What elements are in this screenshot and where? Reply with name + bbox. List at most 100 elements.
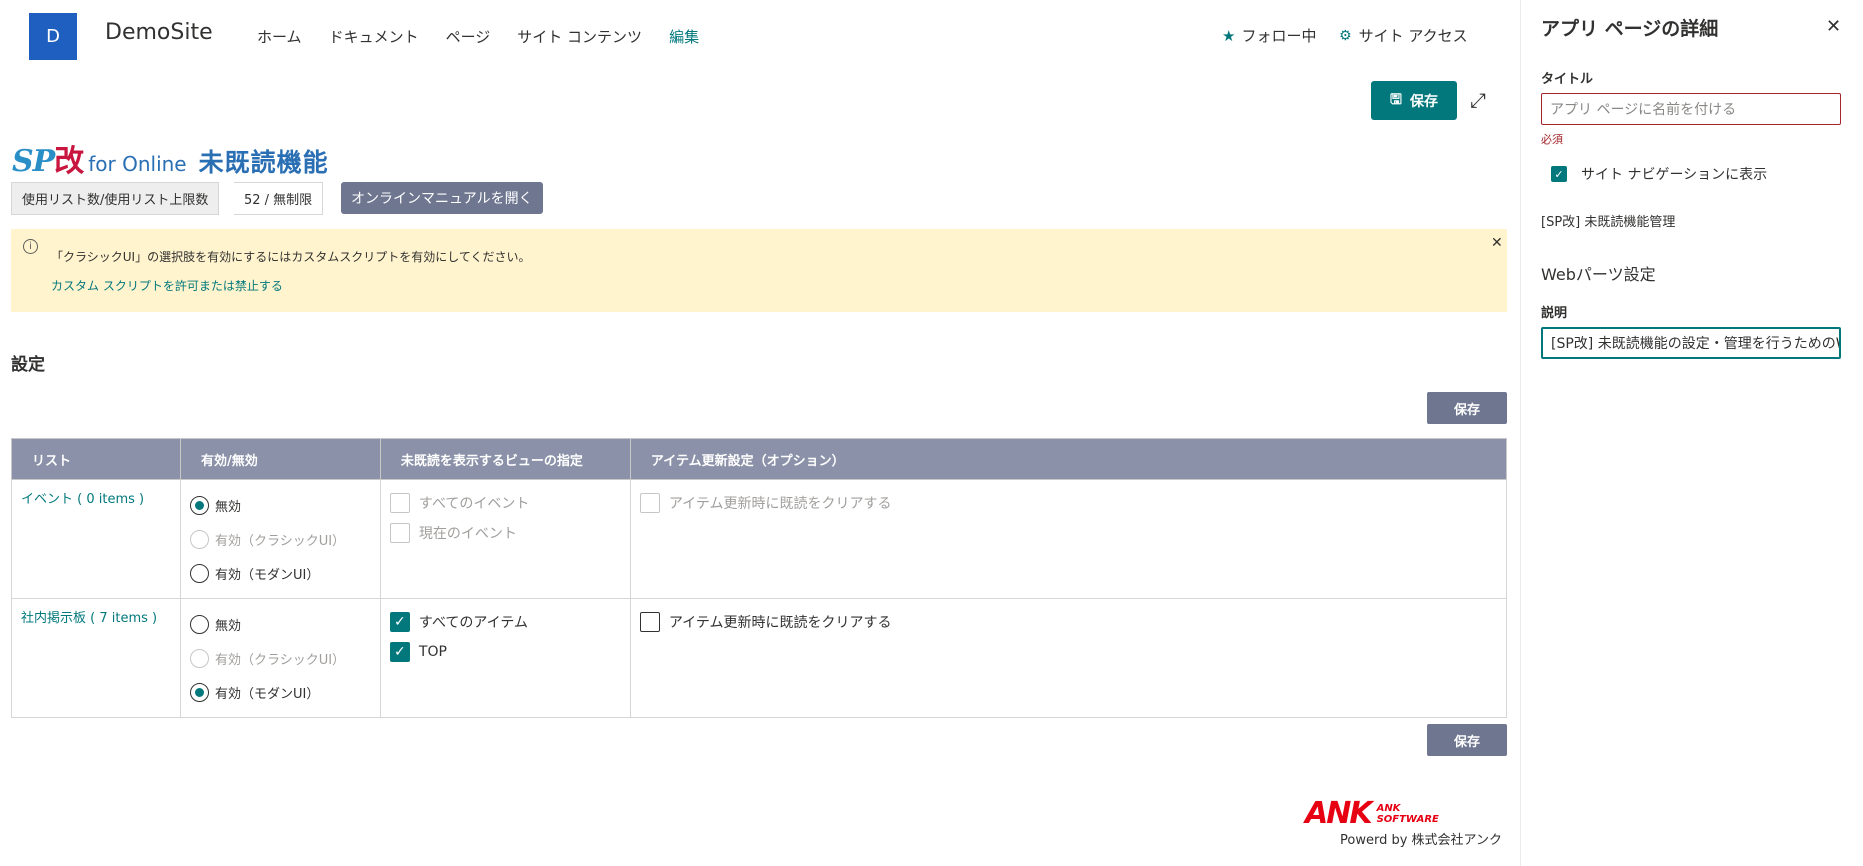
checkbox bbox=[389, 523, 410, 543]
description-label: 説明 bbox=[1541, 306, 1568, 321]
table-row: イベント ( 0 items ) 無効 有効（クラシックUI） 有効（モダンUI… bbox=[11, 479, 1508, 599]
save-icon: 🖫 bbox=[1390, 91, 1402, 108]
checkbox-label: アイテム更新時に既読をクリアする bbox=[668, 496, 892, 512]
list-cell: 社内掲示板 ( 7 items ) bbox=[11, 598, 181, 718]
radio-label: 有効（クラシックUI） bbox=[214, 652, 346, 668]
settings-save-button-bottom[interactable]: 保存 bbox=[1427, 724, 1507, 756]
list-link-bulletin[interactable]: 社内掲示板 ( 7 items ) bbox=[21, 611, 157, 626]
column-header-enable: 有効/無効 bbox=[179, 438, 381, 480]
app-name: [SP改] 未既読機能管理 bbox=[1541, 215, 1676, 230]
nav-pages[interactable]: ページ bbox=[446, 26, 491, 47]
column-header-update: アイテム更新設定（オプション） bbox=[629, 438, 1508, 480]
radio-label: 有効（クラシックUI） bbox=[214, 533, 346, 549]
checkbox[interactable]: ✓ bbox=[1551, 166, 1567, 182]
ank-logo-small: ANK SOFTWARE bbox=[1377, 803, 1439, 825]
checkbox-label: アイテム更新時に既読をクリアする bbox=[668, 615, 892, 631]
panel-title: アプリ ページの詳細 bbox=[1541, 18, 1719, 40]
settings-save-button-top[interactable]: 保存 bbox=[1427, 392, 1507, 424]
expand-icon[interactable]: ⤢ bbox=[1470, 88, 1486, 112]
nav-documents[interactable]: ドキュメント bbox=[329, 26, 419, 47]
radio-label: 有効（モダンUI） bbox=[214, 686, 320, 702]
column-header-list: リスト bbox=[11, 438, 181, 480]
brand-online: for Online bbox=[88, 152, 187, 176]
site-name[interactable]: DemoSite bbox=[105, 20, 213, 45]
site-logo[interactable]: D bbox=[29, 13, 77, 60]
close-icon[interactable]: ✕ bbox=[1491, 235, 1503, 251]
banner-link[interactable]: カスタム スクリプトを許可または禁止する bbox=[51, 277, 283, 294]
settings-title: 設定 bbox=[11, 355, 45, 375]
brand-sp: SP bbox=[12, 144, 55, 179]
column-header-views: 未既読を表示するビューの指定 bbox=[379, 438, 631, 480]
radio-button bbox=[189, 648, 209, 668]
show-in-nav-label: サイト ナビゲーションに表示 bbox=[1581, 167, 1768, 183]
list-usage-label: 使用リスト数/使用リスト上限数 bbox=[11, 182, 220, 215]
site-logo-letter: D bbox=[46, 26, 60, 47]
powered-by: Powerd by 株式会社アンク bbox=[1340, 833, 1503, 848]
checkbox-label: TOP bbox=[418, 644, 447, 660]
nav-site-contents[interactable]: サイト コンテンツ bbox=[517, 26, 642, 47]
checkbox[interactable]: ✓ bbox=[389, 642, 410, 662]
brand-feature: 未既読機能 bbox=[198, 148, 329, 177]
views-cell: すべてのイベント 現在のイベント bbox=[379, 479, 631, 599]
people-settings-icon: ⚙ bbox=[1339, 27, 1352, 44]
site-access-button[interactable]: ⚙ サイト アクセス bbox=[1339, 25, 1468, 46]
radio-option-disabled[interactable]: 無効 bbox=[189, 607, 371, 641]
ank-software-logo: ANK ANK SOFTWARE bbox=[1305, 796, 1439, 831]
radio-button[interactable] bbox=[189, 495, 209, 515]
show-in-nav-checkbox-row[interactable]: ✓ サイト ナビゲーションに表示 bbox=[1551, 164, 1767, 184]
title-input[interactable]: アプリ ページに名前を付ける bbox=[1541, 93, 1841, 125]
enable-cell: 無効 有効（クラシックUI） 有効（モダンUI） bbox=[179, 479, 381, 599]
list-usage-value: 52 / 無制限 bbox=[234, 182, 324, 215]
radio-option-modern[interactable]: 有効（モダンUI） bbox=[189, 556, 371, 590]
radio-label: 無効 bbox=[214, 618, 241, 634]
page-save-label: 保存 bbox=[1409, 93, 1438, 110]
follow-label: フォロー中 bbox=[1241, 27, 1317, 45]
nav-home[interactable]: ホーム bbox=[257, 26, 302, 47]
top-navigation: ホーム ドキュメント ページ サイト コンテンツ 編集 bbox=[257, 26, 726, 47]
required-text: 必須 bbox=[1541, 133, 1563, 146]
follow-button[interactable]: ★ フォロー中 bbox=[1222, 25, 1316, 46]
update-cell: アイテム更新時に既読をクリアする bbox=[629, 479, 1508, 599]
view-checkbox-row[interactable]: ✓ すべてのアイテム bbox=[389, 607, 621, 637]
info-icon: i bbox=[23, 239, 38, 254]
page-save-button[interactable]: 🖫 保存 bbox=[1371, 81, 1457, 120]
checkbox-label: すべてのイベント bbox=[418, 496, 530, 512]
radio-option-modern[interactable]: 有効（モダンUI） bbox=[189, 675, 371, 709]
open-manual-button[interactable]: オンラインマニュアルを開く bbox=[341, 182, 543, 214]
table-row: 社内掲示板 ( 7 items ) 無効 有効（クラシックUI） 有効（モダンU… bbox=[11, 598, 1508, 718]
ank-logo-small-2: SOFTWARE bbox=[1376, 813, 1439, 825]
views-cell: ✓ すべてのアイテム ✓ TOP bbox=[379, 598, 631, 718]
radio-option-classic: 有効（クラシックUI） bbox=[189, 641, 371, 675]
checkbox-label: すべてのアイテム bbox=[418, 615, 528, 631]
enable-cell: 無効 有効（クラシックUI） 有効（モダンUI） bbox=[179, 598, 381, 718]
brand-logo: SP 改 for Online 未既読機能 bbox=[12, 136, 329, 180]
checkbox bbox=[639, 493, 660, 513]
nav-edit[interactable]: 編集 bbox=[669, 26, 699, 47]
star-icon: ★ bbox=[1222, 26, 1236, 45]
description-input[interactable]: [SP改] 未既読機能の設定・管理を行うためのWebパーツです。 bbox=[1541, 327, 1841, 359]
list-link-events[interactable]: イベント ( 0 items ) bbox=[21, 492, 144, 507]
radio-button bbox=[189, 529, 209, 549]
update-cell: アイテム更新時に既読をクリアする bbox=[629, 598, 1508, 718]
radio-option-disabled[interactable]: 無効 bbox=[189, 488, 371, 522]
radio-button[interactable] bbox=[189, 614, 209, 634]
radio-option-classic: 有効（クラシックUI） bbox=[189, 522, 371, 556]
list-cell: イベント ( 0 items ) bbox=[11, 479, 181, 599]
title-label: タイトル bbox=[1541, 72, 1594, 87]
checkbox bbox=[389, 493, 410, 513]
view-checkbox-row: すべてのイベント bbox=[389, 488, 621, 518]
checkbox[interactable]: ✓ bbox=[389, 612, 410, 632]
radio-button[interactable] bbox=[189, 563, 209, 583]
checkbox[interactable] bbox=[639, 612, 660, 632]
radio-label: 有効（モダンUI） bbox=[214, 567, 320, 583]
radio-button[interactable] bbox=[189, 682, 209, 702]
banner-message: 「クラシックUI」の選択肢を有効にするにはカスタムスクリプトを有効にしてください… bbox=[51, 250, 531, 264]
webpart-settings-heading: Webパーツ設定 bbox=[1541, 265, 1656, 284]
ank-logo-small-1: ANK bbox=[1376, 802, 1401, 814]
clear-checkbox-row[interactable]: アイテム更新時に既読をクリアする bbox=[639, 607, 1497, 637]
close-icon[interactable]: ✕ bbox=[1826, 16, 1841, 37]
view-checkbox-row[interactable]: ✓ TOP bbox=[389, 637, 621, 667]
clear-checkbox-row: アイテム更新時に既読をクリアする bbox=[639, 488, 1497, 518]
view-checkbox-row: 現在のイベント bbox=[389, 518, 621, 548]
ank-logo-big: ANK bbox=[1305, 796, 1373, 831]
